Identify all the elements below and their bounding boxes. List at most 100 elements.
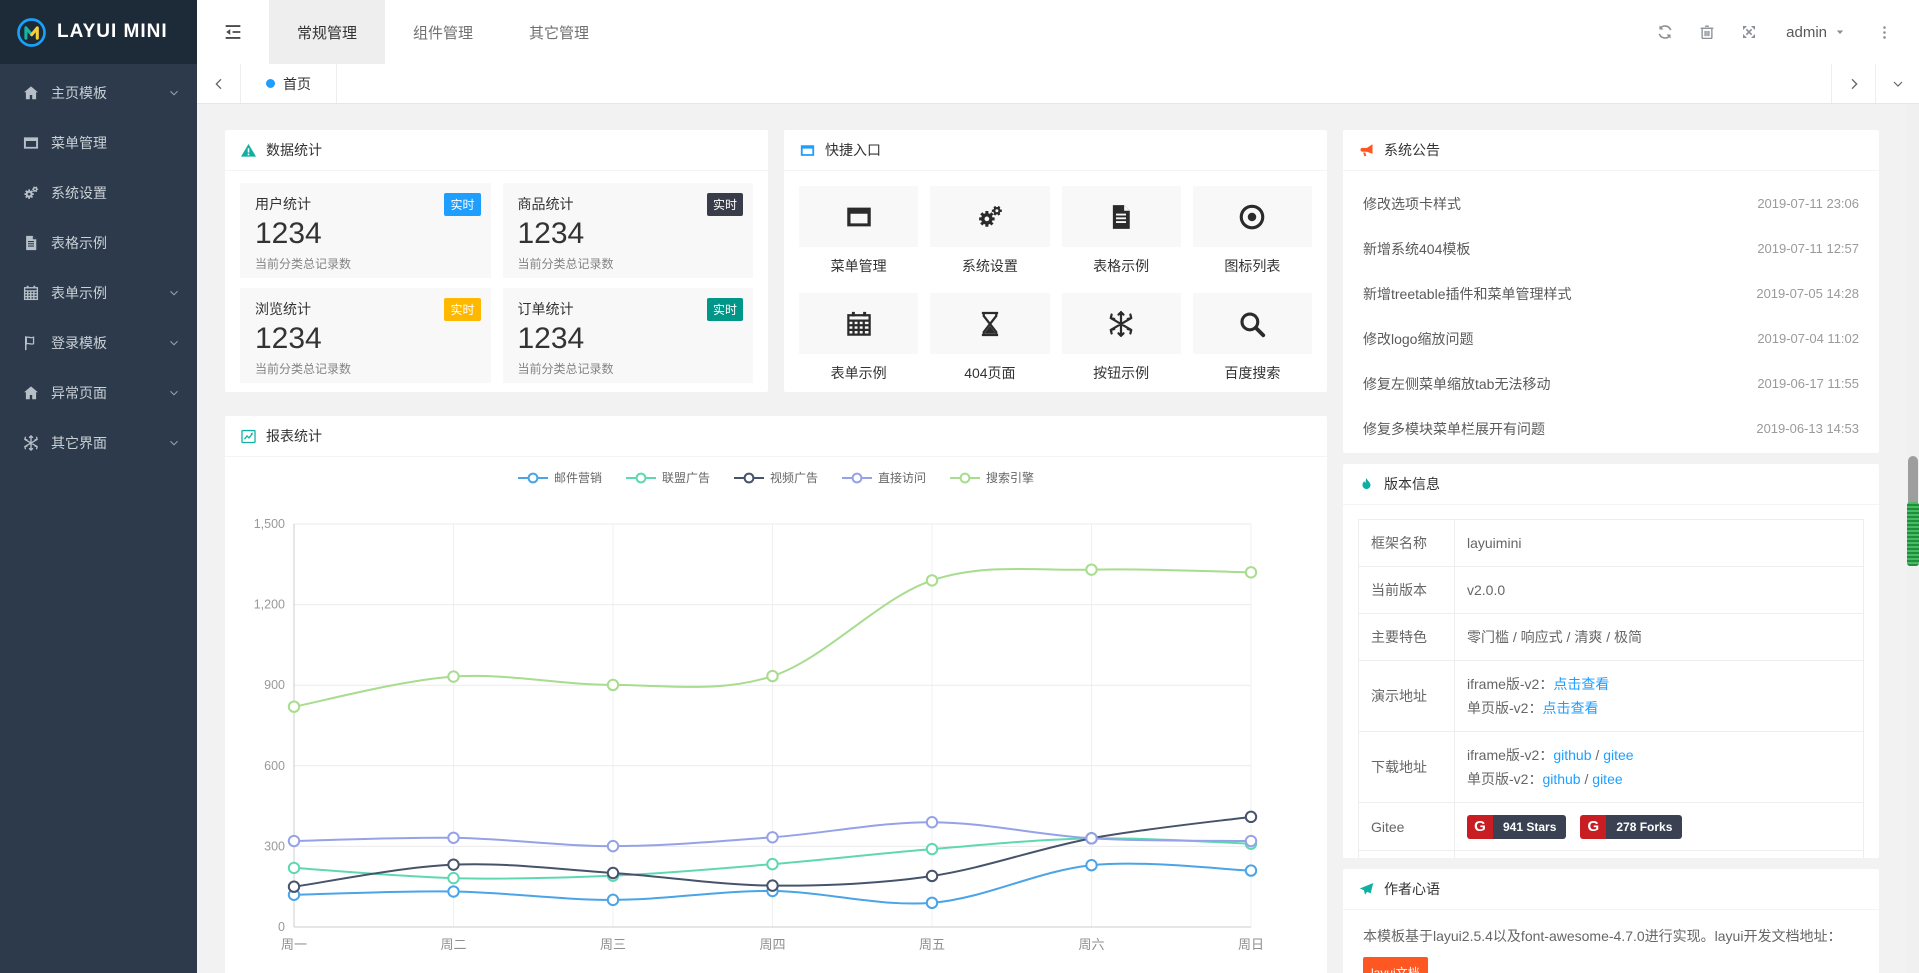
page-tab-label: 首页 — [283, 74, 311, 94]
notice-time: 2019-06-13 14:53 — [1756, 421, 1859, 436]
sidebar-collapse-icon[interactable] — [197, 0, 269, 64]
notice-item[interactable]: 修复多模块菜单栏展开有问题2019-06-13 14:53 — [1363, 406, 1859, 451]
tab-scroll-left-button[interactable] — [197, 64, 241, 103]
content-scrollbar[interactable] — [1907, 104, 1919, 973]
calendar-icon — [844, 309, 874, 339]
refresh-icon[interactable] — [1644, 0, 1686, 64]
sidebar-item-label: 菜单管理 — [51, 133, 181, 153]
logo[interactable]: LAYUI MINI — [0, 0, 197, 64]
sidebar-item-2[interactable]: 菜单管理 — [0, 118, 197, 168]
sidebar-item-8[interactable]: 其它界面 — [0, 418, 197, 468]
shortcut-百度搜索[interactable]: 百度搜索 — [1193, 293, 1312, 383]
shortcut-系统设置[interactable]: 系统设置 — [930, 186, 1049, 276]
notice-item[interactable]: 修改选项卡样式2019-07-11 23:06 — [1363, 181, 1859, 226]
tabbar-spacer — [337, 64, 1831, 103]
clear-cache-trash-icon[interactable] — [1686, 0, 1728, 64]
version-info-card: 版本信息 框架名称layuimini当前版本v2.0.0主要特色零门槛 / 响应… — [1343, 464, 1879, 858]
notice-item[interactable]: 新增系统404模板 2019-07-11 12:57 — [1363, 226, 1859, 271]
line-chart: 03006009001,2001,500周一周二周三周四周五周六周日 — [225, 488, 1297, 973]
layui-doc-badge[interactable]: layui文档 — [1363, 957, 1428, 973]
stat-desc: 当前分类总记录数 — [255, 255, 476, 272]
snowflake-icon — [22, 434, 42, 452]
shortcut-表单示例[interactable]: 表单示例 — [799, 293, 918, 383]
svg-text:周日: 周日 — [1238, 937, 1264, 952]
version-row: GithubStar1,419Fork440 — [1359, 851, 1864, 858]
version-row: 主要特色零门槛 / 响应式 / 清爽 / 极简 — [1359, 614, 1864, 661]
shortcut-图标列表[interactable]: 图标列表 — [1193, 186, 1312, 276]
scrollbar-green-widget[interactable] — [1907, 502, 1919, 566]
notice-time: 2019-07-05 14:28 — [1756, 286, 1859, 301]
sidebar-item-7[interactable]: 异常页面 — [0, 368, 197, 418]
stat-desc: 当前分类总记录数 — [518, 255, 739, 272]
shortcut-404页面[interactable]: 404页面 — [930, 293, 1049, 383]
link-gitee[interactable]: gitee — [1603, 747, 1633, 763]
sidebar-item-6[interactable]: 登录模板 — [0, 318, 197, 368]
legend-label: 邮件营销 — [554, 469, 602, 486]
legend-item-邮件营销[interactable]: 邮件营销 — [518, 469, 602, 486]
svg-text:900: 900 — [264, 678, 285, 692]
chevron-down-icon — [167, 286, 181, 300]
more-options-dots-icon[interactable] — [1863, 0, 1905, 64]
caret-down-icon — [1833, 25, 1847, 39]
sidebar: LAYUI MINI 主页模板菜单管理系统设置表格示例表单示例登录模板异常页面其… — [0, 0, 197, 973]
top-header: 常规管理组件管理其它管理 admin — [197, 0, 1919, 64]
header-tab-2[interactable]: 组件管理 — [385, 0, 501, 64]
sidebar-item-1[interactable]: 主页模板 — [0, 68, 197, 118]
version-row-value: iframe版-v2：github / gitee单页版-v2：github /… — [1455, 732, 1864, 803]
legend-item-搜索引擎[interactable]: 搜索引擎 — [950, 469, 1034, 486]
tab-scroll-right-button[interactable] — [1831, 64, 1875, 103]
legend-item-联盟广告[interactable]: 联盟广告 — [626, 469, 710, 486]
shortcut-表格示例[interactable]: 表格示例 — [1062, 186, 1181, 276]
link-github[interactable]: github — [1553, 747, 1591, 763]
user-menu[interactable]: admin — [1770, 24, 1863, 41]
gitee-logo-icon: G — [1467, 815, 1493, 839]
version-row-value: G941 Stars G278 Forks — [1455, 803, 1864, 851]
sidebar-item-label: 异常页面 — [51, 383, 167, 403]
version-row-label: Gitee — [1359, 803, 1455, 851]
notice-time: 2019-06-17 11:55 — [1757, 376, 1859, 391]
notice-item[interactable]: 新增treetable插件和菜单管理样式2019-07-05 14:28 — [1363, 271, 1859, 316]
link-点击查看[interactable]: 点击查看 — [1542, 700, 1598, 716]
header-module-tabs: 常规管理组件管理其它管理 — [269, 0, 617, 64]
gitee-badge-text: 941 Stars — [1493, 815, 1566, 839]
tab-actions-dropdown-button[interactable] — [1875, 64, 1919, 103]
header-tab-1[interactable]: 常规管理 — [269, 0, 385, 64]
svg-text:1,500: 1,500 — [254, 517, 285, 531]
window-icon — [22, 134, 42, 152]
notice-text: 修复左侧菜单缩放tab无法移动 — [1363, 374, 1550, 394]
notice-time: 2019-07-11 12:57 — [1757, 241, 1859, 256]
card-title: 数据统计 — [266, 140, 322, 160]
page-tabbar: 首页 — [197, 64, 1919, 104]
stat-box: 用户统计实时1234当前分类总记录数 — [240, 183, 491, 278]
shortcut-菜单管理[interactable]: 菜单管理 — [799, 186, 918, 276]
notice-item[interactable]: 修改logo缩放问题2019-07-04 11:02 — [1363, 316, 1859, 361]
sidebar-item-3[interactable]: 系统设置 — [0, 168, 197, 218]
notice-item[interactable]: 修复左侧菜单缩放tab无法移动 2019-06-17 11:55 — [1363, 361, 1859, 406]
sidebar-item-5[interactable]: 表单示例 — [0, 268, 197, 318]
notice-list: 修改选项卡样式2019-07-11 23:06 新增系统404模板 2019-07-… — [1343, 171, 1879, 451]
legend-item-视频广告[interactable]: 视频广告 — [734, 469, 818, 486]
version-row: 框架名称layuimini — [1359, 520, 1864, 567]
link-点击查看[interactable]: 点击查看 — [1553, 676, 1609, 692]
shortcut-label: 按钮示例 — [1062, 363, 1181, 383]
shortcut-grid: 菜单管理系统设置表格示例图标列表表单示例404页面按钮示例百度搜索 — [784, 171, 1327, 392]
sidebar-item-4[interactable]: 表格示例 — [0, 218, 197, 268]
shortcut-按钮示例[interactable]: 按钮示例 — [1062, 293, 1181, 383]
legend-item-直接访问[interactable]: 直接访问 — [842, 469, 926, 486]
fullscreen-icon[interactable] — [1728, 0, 1770, 64]
gitee-badge[interactable]: G278 Forks — [1580, 815, 1682, 839]
legend-label: 视频广告 — [770, 469, 818, 486]
gitee-badge[interactable]: G941 Stars — [1467, 815, 1566, 839]
page-tab-home[interactable]: 首页 — [241, 64, 337, 103]
sidebar-item-label: 主页模板 — [51, 83, 167, 103]
notice-time: 2019-07-04 11:02 — [1757, 331, 1859, 346]
gears-icon — [22, 184, 42, 202]
link-gitee[interactable]: gitee — [1592, 771, 1622, 787]
link-github[interactable]: github — [1542, 771, 1580, 787]
notice-text: 新增系统404模板 — [1363, 239, 1470, 259]
stat-value: 1234 — [255, 322, 476, 356]
header-tab-3[interactable]: 其它管理 — [501, 0, 617, 64]
chevron-down-icon — [167, 336, 181, 350]
version-table: 框架名称layuimini当前版本v2.0.0主要特色零门槛 / 响应式 / 清… — [1358, 519, 1864, 858]
legend-line-marker — [842, 472, 872, 484]
